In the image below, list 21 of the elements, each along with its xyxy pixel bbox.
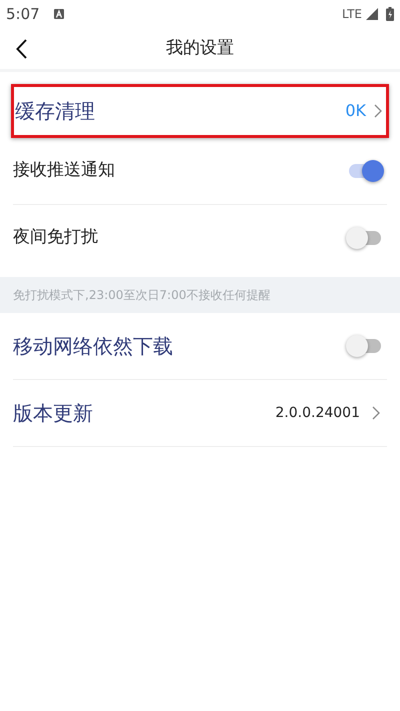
- setting-value: 2.0.0.24001: [275, 404, 360, 422]
- setting-row[interactable]: 夜间免打扰: [13, 205, 387, 271]
- battery-icon: [386, 7, 394, 21]
- highlight-frame[interactable]: 缓存清理 0K: [11, 84, 389, 138]
- setting-row[interactable]: 版本更新 2.0.0.24001: [13, 380, 387, 446]
- note-text: 免打扰模式下,23:00至次日7:00不接收任何提醒: [13, 287, 270, 304]
- status-time: 5:07: [6, 4, 40, 25]
- setting-row[interactable]: 移动网络依然下载: [13, 313, 387, 379]
- setting-label: 夜间免打扰: [13, 226, 98, 250]
- setting-row[interactable]: 接收推送通知: [13, 138, 387, 204]
- network-type: LTE: [342, 6, 362, 23]
- setting-value: 0K: [345, 100, 366, 122]
- setting-label: 版本更新: [13, 400, 93, 427]
- setting-label: 接收推送通知: [13, 159, 115, 182]
- chevron-right-icon: [372, 406, 380, 420]
- setting-label: 移动网络依然下载: [13, 333, 173, 360]
- signal-icon: [366, 8, 378, 20]
- page-title: 我的设置: [166, 36, 234, 60]
- notification-icon: [54, 9, 64, 19]
- chevron-right-icon: [374, 104, 382, 118]
- setting-label: 缓存清理: [15, 98, 95, 125]
